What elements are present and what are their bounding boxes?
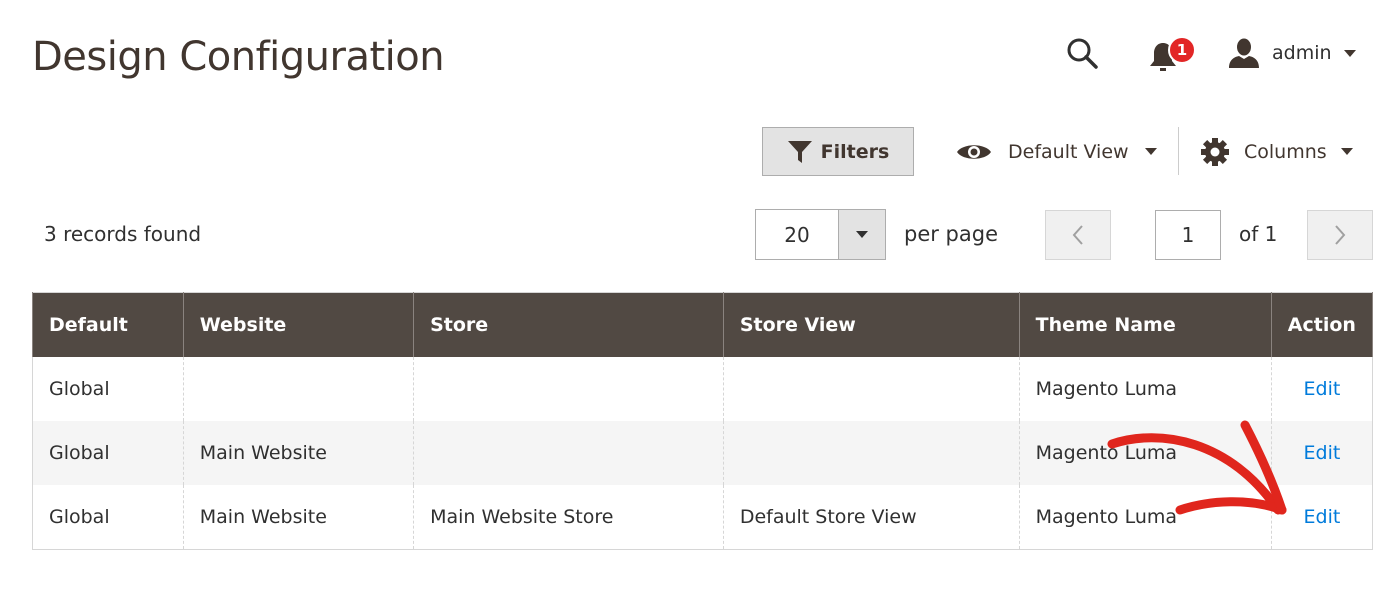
cell-store-view	[722, 357, 1020, 421]
columns-dropdown[interactable]: Columns	[1200, 127, 1353, 176]
edit-link[interactable]: Edit	[1304, 442, 1341, 464]
cell-action: Edit	[1270, 421, 1374, 485]
column-header-default[interactable]: Default	[32, 292, 184, 357]
cell-store	[413, 357, 724, 421]
cell-website: Main Website	[182, 421, 415, 485]
view-dropdown[interactable]: Default View	[956, 127, 1157, 176]
cell-action: Edit	[1270, 485, 1374, 550]
gear-icon	[1201, 137, 1229, 166]
column-header-store[interactable]: Store	[413, 292, 724, 357]
column-header-action: Action	[1270, 292, 1374, 357]
filters-label: Filters	[820, 140, 890, 163]
cell-website	[182, 357, 415, 421]
per-page-toggle[interactable]	[839, 210, 885, 259]
total-pages: of 1	[1239, 222, 1278, 246]
page-title: Design Configuration	[32, 34, 445, 80]
table-row: Global Main Website Magento Luma Edit	[32, 421, 1374, 485]
filters-button[interactable]: Filters	[762, 127, 914, 176]
user-icon	[1229, 38, 1259, 68]
search-button[interactable]	[1062, 34, 1102, 72]
cell-default: Global	[32, 357, 184, 421]
cell-store	[413, 421, 724, 485]
per-page-select[interactable]: 20	[755, 209, 886, 260]
edit-link[interactable]: Edit	[1304, 506, 1341, 528]
column-header-website[interactable]: Website	[182, 292, 415, 357]
cell-default: Global	[32, 485, 184, 550]
user-menu[interactable]: admin	[1228, 34, 1356, 72]
table-row: Global Main Website Main Website Store D…	[32, 485, 1374, 550]
table-header-row: Default Website Store Store View Theme N…	[32, 292, 1374, 357]
column-header-store-view[interactable]: Store View	[722, 292, 1020, 357]
toolbar-divider	[1178, 127, 1179, 175]
chevron-down-icon	[1343, 49, 1356, 57]
previous-page-button[interactable]	[1045, 210, 1111, 260]
cell-theme: Magento Luma	[1018, 421, 1272, 485]
cell-action: Edit	[1270, 357, 1374, 421]
chevron-left-icon	[1072, 225, 1083, 245]
user-name: admin	[1272, 42, 1332, 64]
per-page-value[interactable]: 20	[756, 210, 839, 259]
eye-icon	[957, 144, 991, 159]
view-label: Default View	[1008, 140, 1129, 163]
chevron-down-icon	[1144, 148, 1157, 155]
chevron-down-icon	[856, 231, 868, 238]
search-icon	[1067, 38, 1098, 69]
next-page-button[interactable]	[1307, 210, 1373, 260]
per-page-label: per page	[904, 222, 999, 246]
cell-theme: Magento Luma	[1018, 485, 1272, 550]
page-number-input[interactable]: 1	[1155, 210, 1221, 260]
design-config-table: Default Website Store Store View Theme N…	[32, 292, 1374, 550]
edit-link[interactable]: Edit	[1304, 378, 1341, 400]
cell-website: Main Website	[182, 485, 415, 550]
cell-default: Global	[32, 421, 184, 485]
columns-label: Columns	[1244, 140, 1327, 163]
records-found: 3 records found	[44, 222, 202, 246]
column-header-theme-name[interactable]: Theme Name	[1018, 292, 1272, 357]
cell-store-view: Default Store View	[722, 485, 1020, 550]
cell-store: Main Website Store	[413, 485, 724, 550]
chevron-down-icon	[1340, 148, 1353, 155]
chevron-right-icon	[1335, 225, 1346, 245]
table-row: Global Magento Luma Edit	[32, 357, 1374, 421]
cell-store-view	[722, 421, 1020, 485]
cell-theme: Magento Luma	[1018, 357, 1272, 421]
notifications-button[interactable]: 1	[1140, 34, 1196, 74]
notification-badge: 1	[1168, 36, 1196, 64]
filter-icon	[787, 140, 812, 163]
